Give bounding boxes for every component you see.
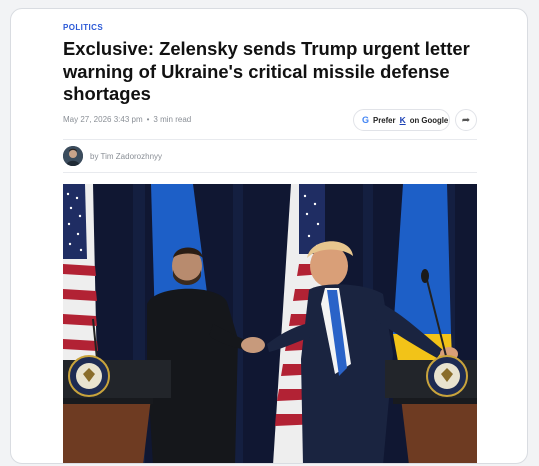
- prefer-on-google-button[interactable]: G Prefer K on Google: [353, 109, 450, 131]
- share-button[interactable]: ➦: [455, 109, 477, 131]
- article-card: POLITICS Exclusive: Zelensky sends Trump…: [10, 8, 528, 464]
- share-arrow-icon: ➦: [461, 114, 471, 126]
- divider-top: [63, 139, 477, 140]
- author-byline[interactable]: by Tim Zadorozhnyy: [90, 152, 162, 161]
- headline: Exclusive: Zelensky sends Trump urgent l…: [63, 38, 470, 104]
- kyiv-independent-logo-icon: K: [399, 115, 406, 125]
- publish-date: May 27, 2026 3:43 pm: [63, 115, 143, 124]
- article-meta: May 27, 2026 3:43 pm • 3 min read: [63, 115, 191, 124]
- read-time: 3 min read: [153, 115, 192, 124]
- on-google-label: on Google: [409, 115, 449, 125]
- meta-separator: •: [146, 115, 150, 124]
- article-photo: [63, 184, 477, 463]
- divider-bottom: [63, 172, 477, 173]
- google-g-icon: G: [362, 115, 370, 125]
- category-label[interactable]: POLITICS: [63, 23, 103, 32]
- prefer-label: Prefer: [373, 115, 396, 125]
- author-avatar[interactable]: [63, 146, 83, 166]
